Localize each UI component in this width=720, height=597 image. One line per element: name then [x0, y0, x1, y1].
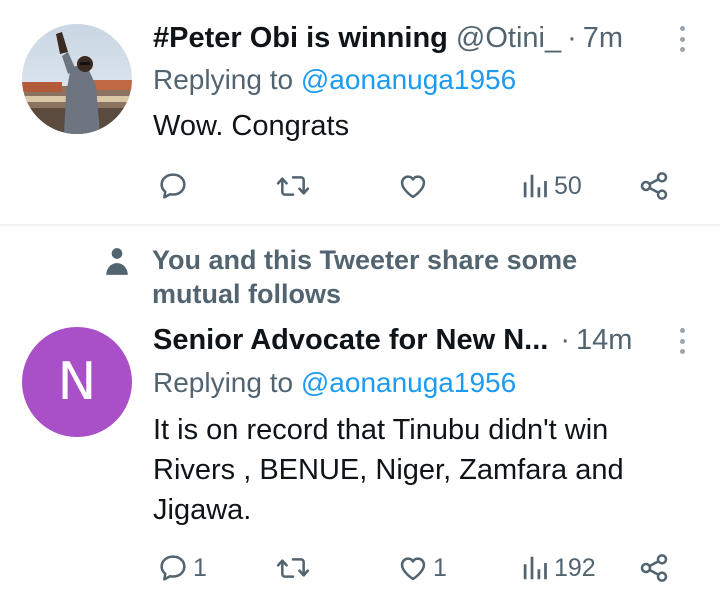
more-options-icon[interactable] [680, 26, 686, 52]
separator-dot: · [560, 324, 571, 356]
reply-button[interactable]: 1 [157, 548, 207, 588]
tweet[interactable]: #Peter Obi is winning @Otini_ · 7m Reply… [0, 0, 720, 225]
replying-to-link[interactable]: @aonanuga1956 [301, 367, 516, 398]
retweet-button[interactable] [275, 166, 315, 206]
tweet-header: Senior Advocate for New N... · 14m [153, 324, 680, 357]
tweet[interactable]: You and this Tweeter share some mutual f… [0, 226, 720, 597]
action-bar: 50 [153, 166, 688, 206]
display-name[interactable]: #Peter Obi is winning [153, 22, 448, 55]
reply-button[interactable] [157, 166, 193, 206]
replying-to-link[interactable]: @aonanuga1956 [301, 64, 516, 95]
avatar[interactable]: N [22, 327, 132, 437]
retweet-button[interactable] [275, 548, 315, 588]
share-button[interactable] [638, 166, 670, 206]
heart-icon [400, 557, 426, 581]
timestamp[interactable]: 14m [576, 324, 632, 357]
separator-dot: · [567, 22, 577, 54]
retweet-icon [276, 176, 310, 196]
reply-count: 1 [193, 553, 207, 582]
views-chart-icon [523, 174, 547, 198]
like-button[interactable]: 1 [397, 548, 447, 588]
profile-photo [22, 24, 132, 134]
timestamp[interactable]: 7m [583, 22, 623, 55]
heart-icon [400, 175, 426, 199]
replying-to-label: Replying to [153, 367, 301, 398]
like-count: 1 [433, 553, 447, 582]
more-options-icon[interactable] [680, 328, 686, 354]
views-chart-icon [523, 556, 547, 580]
like-button[interactable] [397, 166, 433, 206]
handle[interactable]: @Otini_ [456, 22, 561, 55]
share-icon [640, 554, 668, 582]
replying-to: Replying to @aonanuga1956 [153, 367, 516, 399]
share-icon [640, 172, 668, 200]
avatar-initial: N [57, 352, 97, 412]
replying-to-label: Replying to [153, 64, 301, 95]
views-button[interactable]: 192 [520, 548, 596, 588]
tweet-text: It is on record that Tinubu didn't win R… [153, 414, 624, 526]
social-context: You and this Tweeter share some mutual f… [104, 243, 672, 311]
views-button[interactable]: 50 [520, 166, 582, 206]
views-count: 192 [554, 553, 596, 582]
share-button[interactable] [638, 548, 670, 588]
action-bar: 1 1 192 [153, 548, 688, 588]
replying-to: Replying to @aonanuga1956 [153, 64, 516, 96]
views-count: 50 [554, 171, 582, 200]
display-name[interactable]: Senior Advocate for New N... [153, 324, 548, 357]
person-icon [106, 248, 128, 275]
retweet-icon [276, 558, 310, 578]
social-context-text: You and this Tweeter share some mutual f… [152, 245, 578, 309]
avatar[interactable] [22, 24, 132, 134]
tweet-text: Wow. Congrats [153, 110, 350, 142]
tweet-header: #Peter Obi is winning @Otini_ · 7m [153, 22, 680, 55]
reply-icon [160, 173, 186, 199]
reply-icon [160, 555, 186, 581]
